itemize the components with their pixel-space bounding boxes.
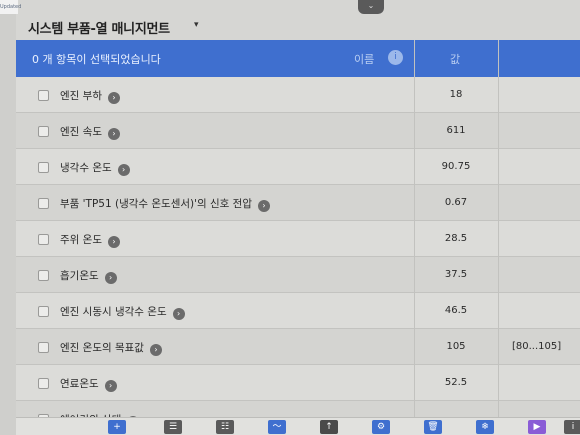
chevron-info-icon[interactable]: › (149, 344, 162, 356)
checklist-icon[interactable]: ☷ (216, 420, 234, 434)
parameter-name: 엔진 온도의 목표값 › (60, 340, 162, 356)
parameter-name-label: 엔진 속도 (60, 126, 102, 138)
column-divider (414, 40, 415, 419)
info-icon[interactable]: i (564, 420, 580, 434)
parameter-name: 흡기온도 › (60, 268, 117, 284)
row-checkbox[interactable] (38, 126, 49, 137)
list-view-icon[interactable]: ☰ (164, 420, 182, 434)
parameter-name-label: 엔진 온도의 목표값 (60, 342, 144, 354)
parameter-name: 연료온도 › (60, 376, 117, 392)
parameter-name-label: 부품 'TP51 (냉각수 온도센서)'의 신호 전압 (60, 198, 252, 210)
table-row[interactable]: 냉각수 온도 › 90.75 (16, 149, 580, 185)
row-checkbox[interactable] (38, 234, 49, 245)
table-row[interactable]: 엔진 속도 › 611 (16, 113, 580, 149)
graph-icon[interactable]: 〜 (268, 420, 286, 434)
row-checkbox[interactable] (38, 378, 49, 389)
parameter-name-label: 주위 온도 (60, 234, 102, 246)
parameter-value: 37.5 (444, 269, 468, 280)
parameter-name-label: 연료온도 (60, 378, 99, 390)
parameter-name-label: 냉각수 온도 (60, 162, 112, 174)
parameter-value: 18 (449, 89, 463, 100)
value-column-header[interactable]: 값 (450, 51, 460, 67)
parameter-value: 611 (446, 125, 466, 136)
settings-icon[interactable]: ⚙ (372, 420, 390, 434)
table-row[interactable]: 엔진 온도의 목표값 › 105 [80...105] (16, 329, 580, 365)
title-dropdown-icon[interactable]: ▾ (194, 20, 199, 30)
parameter-value: 105 (446, 341, 466, 352)
row-checkbox[interactable] (38, 198, 49, 209)
parameter-value: 90.75 (441, 161, 471, 172)
parameter-value: 0.67 (444, 197, 468, 208)
screen-bezel (0, 14, 16, 435)
table-row[interactable]: 엔진 부하 › 18 (16, 77, 580, 113)
name-column-header[interactable]: 이름 (354, 51, 374, 67)
parameter-name-label: 흡기온도 (60, 270, 99, 282)
pull-down-tab[interactable]: ⌄ (358, 0, 384, 14)
column-divider (498, 40, 499, 419)
chevron-info-icon[interactable]: › (104, 272, 117, 284)
chevron-info-icon[interactable]: › (104, 380, 117, 392)
info-icon[interactable]: i (388, 50, 403, 65)
delete-icon[interactable]: 🗑 (424, 420, 442, 434)
add-icon[interactable]: + (108, 420, 126, 434)
bottom-toolbar: + ☰ ☷ 〜 ↑ ⚙ 🗑 ❄ ▶ i (16, 417, 580, 435)
parameter-name: 부품 'TP51 (냉각수 온도센서)'의 신호 전압 › (60, 196, 270, 212)
table-row[interactable]: 흡기온도 › 37.5 (16, 257, 580, 293)
table-row[interactable]: 연료온도 › 52.5 (16, 365, 580, 401)
chevron-info-icon[interactable]: › (107, 236, 120, 248)
diagnostic-screen: Updated 시스템 부품-열 매니지먼트 ▾ ⌄ 0 개 항목이 선택되었습… (0, 0, 580, 435)
parameter-range: [80...105] (512, 341, 562, 352)
chevron-info-icon[interactable]: › (107, 92, 120, 104)
upload-icon[interactable]: ↑ (320, 420, 338, 434)
parameter-name-label: 엔진 부하 (60, 90, 102, 102)
parameter-value: 28.5 (444, 233, 468, 244)
parameter-name: 엔진 부하 › (60, 88, 120, 104)
table-row[interactable]: 엔진 시동시 냉각수 온도 › 46.5 (16, 293, 580, 329)
corner-tag: Updated (0, 0, 21, 14)
page-title[interactable]: 시스템 부품-열 매니지먼트 (28, 18, 170, 37)
parameter-name-label: 엔진 시동시 냉각수 온도 (60, 306, 167, 318)
title-bar: 시스템 부품-열 매니지먼트 ▾ ⌄ (16, 0, 580, 40)
parameter-value: 52.5 (444, 377, 468, 388)
parameter-list: 엔진 부하 › 18 엔진 속도 › 611 냉각수 온도 › 90.75 부품 'TP51 (냉… (16, 77, 580, 435)
parameter-name: 엔진 속도 › (60, 124, 120, 140)
table-row[interactable]: 주위 온도 › 28.5 (16, 221, 580, 257)
row-checkbox[interactable] (38, 270, 49, 281)
parameter-value: 46.5 (444, 305, 468, 316)
chevron-info-icon[interactable]: › (107, 128, 120, 140)
row-checkbox[interactable] (38, 342, 49, 353)
parameter-name: 냉각수 온도 › (60, 160, 130, 176)
row-checkbox[interactable] (38, 90, 49, 101)
parameter-name: 엔진 시동시 냉각수 온도 › (60, 304, 185, 320)
row-checkbox[interactable] (38, 306, 49, 317)
chevron-info-icon[interactable]: › (117, 164, 130, 176)
table-header: 0 개 항목이 선택되었습니다 이름 i 값 (16, 40, 580, 77)
parameter-name: 주위 온도 › (60, 232, 120, 248)
row-checkbox[interactable] (38, 162, 49, 173)
video-icon[interactable]: ▶ (528, 420, 546, 434)
table-row[interactable]: 부품 'TP51 (냉각수 온도센서)'의 신호 전압 › 0.67 (16, 185, 580, 221)
selection-status: 0 개 항목이 선택되었습니다 (32, 53, 161, 66)
chevron-info-icon[interactable]: › (172, 308, 185, 320)
chevron-info-icon[interactable]: › (258, 200, 270, 212)
snowflake-icon[interactable]: ❄ (476, 420, 494, 434)
